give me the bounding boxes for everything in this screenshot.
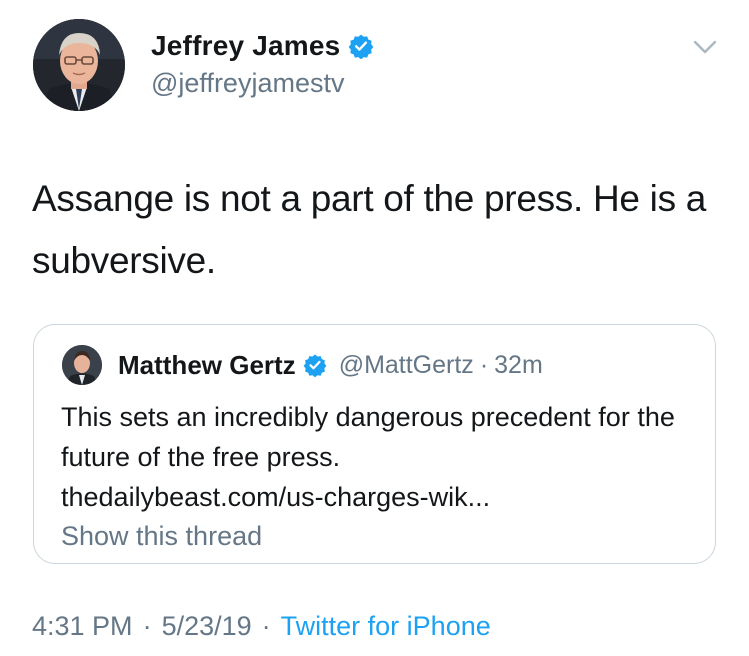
- quoted-tweet[interactable]: Matthew Gertz @MattGertz · 32m This sets…: [33, 324, 716, 564]
- meta-separator: ·: [142, 611, 152, 641]
- tweet-text: Assange is not a part of the press. He i…: [32, 178, 707, 281]
- author-avatar[interactable]: [33, 19, 125, 111]
- tweet-card: Jeffrey James @jeffreyjamestv Assange is…: [0, 0, 749, 656]
- author-info: Jeffrey James @jeffreyjamestv: [151, 28, 374, 99]
- author-display-name[interactable]: Jeffrey James: [151, 30, 340, 62]
- verified-badge-icon: [303, 353, 327, 378]
- author-name-row: Jeffrey James: [151, 28, 374, 64]
- tweet-metadata: 4:31 PM · 5/23/19 · Twitter for iPhone: [32, 611, 491, 642]
- quoted-handle[interactable]: @MattGertz: [339, 351, 474, 380]
- quoted-timestamp[interactable]: 32m: [494, 351, 543, 380]
- quoted-separator: ·: [479, 350, 489, 379]
- tweet-source-link[interactable]: Twitter for iPhone: [281, 611, 491, 642]
- quoted-author-avatar[interactable]: [62, 345, 102, 385]
- show-thread-link[interactable]: Show this thread: [61, 521, 262, 552]
- tweet-time[interactable]: 4:31 PM: [32, 611, 133, 642]
- tweet-date[interactable]: 5/23/19: [162, 611, 252, 642]
- quoted-tweet-body: This sets an incredibly dangerous preced…: [61, 397, 701, 517]
- verified-badge-icon: [348, 33, 374, 60]
- quoted-tweet-link[interactable]: thedailybeast.com/us-charges-wik...: [61, 477, 701, 517]
- quoted-tweet-text: This sets an incredibly dangerous preced…: [61, 402, 675, 472]
- meta-separator: ·: [261, 611, 271, 641]
- quoted-header: Matthew Gertz @MattGertz · 32m: [118, 347, 543, 383]
- chevron-down-icon[interactable]: [691, 37, 719, 57]
- quoted-display-name[interactable]: Matthew Gertz: [118, 350, 296, 381]
- author-handle[interactable]: @jeffreyjamestv: [151, 68, 374, 99]
